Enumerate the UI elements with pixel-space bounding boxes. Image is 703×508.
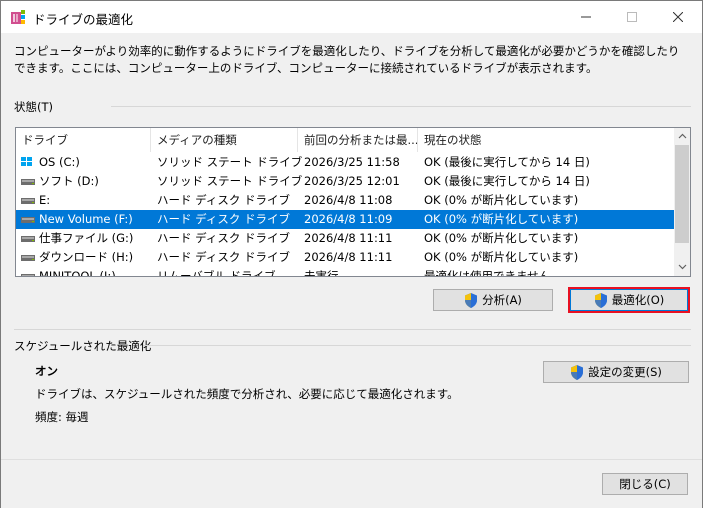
schedule-description: ドライブは、スケジュールされた頻度で分析され、必要に応じて最適化されます。: [35, 387, 459, 401]
chevron-down-icon: [678, 264, 686, 270]
cell-last-run: 2026/3/25 12:01: [304, 174, 400, 188]
schedule-divider: [143, 345, 691, 346]
close-icon: [673, 12, 683, 22]
table-row[interactable]: MINITOOL (I:) リムーバブル ドライブ 未実行 最適化は使用できませ…: [16, 267, 674, 277]
schedule-frequency: 頻度: 毎週: [35, 410, 89, 424]
cell-status: OK (0% が断片化しています): [424, 250, 579, 264]
cell-media: ソリッド ステート ドライブ: [157, 174, 303, 188]
column-header-last-run[interactable]: 前回の分析または最...: [298, 128, 418, 152]
close-button-label: 閉じる(C): [619, 477, 671, 491]
schedule-divider-top: [14, 329, 691, 330]
uac-shield-icon: [465, 292, 478, 308]
cell-status: OK (0% が断片化しています): [424, 193, 579, 207]
status-section-label: 状態(T): [14, 100, 53, 114]
status-divider: [111, 106, 691, 107]
maximize-icon: [627, 12, 637, 22]
close-window-button[interactable]: [655, 1, 701, 33]
cell-media: リムーバブル ドライブ: [157, 269, 276, 277]
scroll-thumb[interactable]: [675, 145, 689, 243]
optimize-button[interactable]: 最適化(O): [570, 289, 688, 311]
cell-last-run: 2026/4/8 11:09: [304, 212, 393, 226]
cell-last-run: 2026/3/25 11:58: [304, 155, 400, 169]
maximize-button[interactable]: [609, 1, 655, 33]
cell-media: ハード ディスク ドライブ: [157, 231, 291, 245]
cell-media: ハード ディスク ドライブ: [157, 250, 291, 264]
cell-last-run: 2026/4/8 11:11: [304, 250, 393, 264]
cell-status: 最適化は使用できません: [424, 269, 551, 277]
cell-last-run: 未実行: [304, 269, 339, 277]
column-header-drive[interactable]: ドライブ: [16, 128, 151, 152]
description-text: コンピューターがより効率的に動作するようにドライブを最適化したり、ドライブを分析…: [14, 44, 680, 75]
title-bar[interactable]: ドライブの最適化: [1, 1, 702, 33]
drive-list[interactable]: ドライブ メディアの種類 前回の分析または最... 現在の状態 OS (C:) …: [15, 127, 691, 277]
schedule-section-label: スケジュールされた最適化: [14, 339, 152, 353]
window-title: ドライブの最適化: [33, 12, 134, 27]
analyze-button-label: 分析(A): [482, 293, 522, 307]
drive-icon: [21, 198, 35, 204]
cell-drive: E:: [39, 193, 51, 207]
drive-icon: [21, 217, 35, 223]
table-row[interactable]: OS (C:) ソリッド ステート ドライブ 2026/3/25 11:58 O…: [16, 153, 674, 172]
cell-media: ハード ディスク ドライブ: [157, 212, 291, 226]
drive-list-header: ドライブ メディアの種類 前回の分析または最... 現在の状態: [16, 128, 674, 152]
table-row[interactable]: ダウンロード (H:) ハード ディスク ドライブ 2026/4/8 11:11…: [16, 248, 674, 267]
cell-status: OK (最後に実行してから 14 日): [424, 155, 590, 169]
drive-icon: [21, 274, 35, 276]
column-header-current-status[interactable]: 現在の状態: [418, 128, 674, 152]
cell-media: ソリッド ステート ドライブ: [157, 155, 303, 169]
cell-last-run: 2026/4/8 11:08: [304, 193, 393, 207]
cell-status: OK (0% が断片化しています): [424, 231, 579, 245]
cell-last-run: 2026/4/8 11:11: [304, 231, 393, 245]
cell-drive: OS (C:): [39, 155, 80, 169]
change-settings-button[interactable]: 設定の変更(S): [543, 361, 689, 383]
cell-drive: ダウンロード (H:): [39, 250, 134, 264]
close-button[interactable]: 閉じる(C): [602, 473, 688, 495]
drive-icon: [21, 179, 35, 185]
chevron-up-icon: [678, 133, 686, 139]
schedule-state: オン: [35, 364, 58, 378]
change-settings-button-label: 設定の変更(S): [588, 365, 662, 379]
minimize-button[interactable]: [563, 1, 609, 33]
optimize-button-label: 最適化(O): [611, 293, 665, 307]
defrag-app-icon: [11, 10, 25, 24]
footer-bar: 閉じる(C): [1, 459, 702, 508]
cell-status: OK (最後に実行してから 14 日): [424, 174, 590, 188]
table-row[interactable]: E: ハード ディスク ドライブ 2026/4/8 11:08 OK (0% が…: [16, 191, 674, 210]
cell-drive: 仕事ファイル (G:): [39, 231, 134, 245]
scroll-down-arrow[interactable]: [674, 259, 690, 276]
cell-drive: New Volume (F:): [39, 212, 133, 226]
table-row-selected[interactable]: New Volume (F:) ハード ディスク ドライブ 2026/4/8 1…: [16, 210, 674, 229]
cell-status: OK (0% が断片化しています): [424, 212, 579, 226]
analyze-button[interactable]: 分析(A): [433, 289, 553, 311]
drive-icon: [21, 255, 35, 261]
scroll-up-arrow[interactable]: [674, 128, 690, 145]
cell-media: ハード ディスク ドライブ: [157, 193, 291, 207]
cell-drive: ソフト (D:): [39, 174, 99, 188]
column-header-media-type[interactable]: メディアの種類: [151, 128, 298, 152]
table-row[interactable]: ソフト (D:) ソリッド ステート ドライブ 2026/3/25 12:01 …: [16, 172, 674, 191]
optimize-drives-window: ドライブの最適化 コンピューターがより効率的に動作するようにドライブを最適化した…: [0, 0, 703, 508]
windows-drive-icon: [21, 157, 32, 166]
vertical-scrollbar[interactable]: [674, 128, 690, 276]
drive-icon: [21, 236, 35, 242]
uac-shield-icon: [594, 292, 607, 308]
minimize-icon: [581, 16, 591, 18]
cell-drive: MINITOOL (I:): [39, 269, 116, 277]
uac-shield-icon: [571, 364, 584, 380]
table-row[interactable]: 仕事ファイル (G:) ハード ディスク ドライブ 2026/4/8 11:11…: [16, 229, 674, 248]
